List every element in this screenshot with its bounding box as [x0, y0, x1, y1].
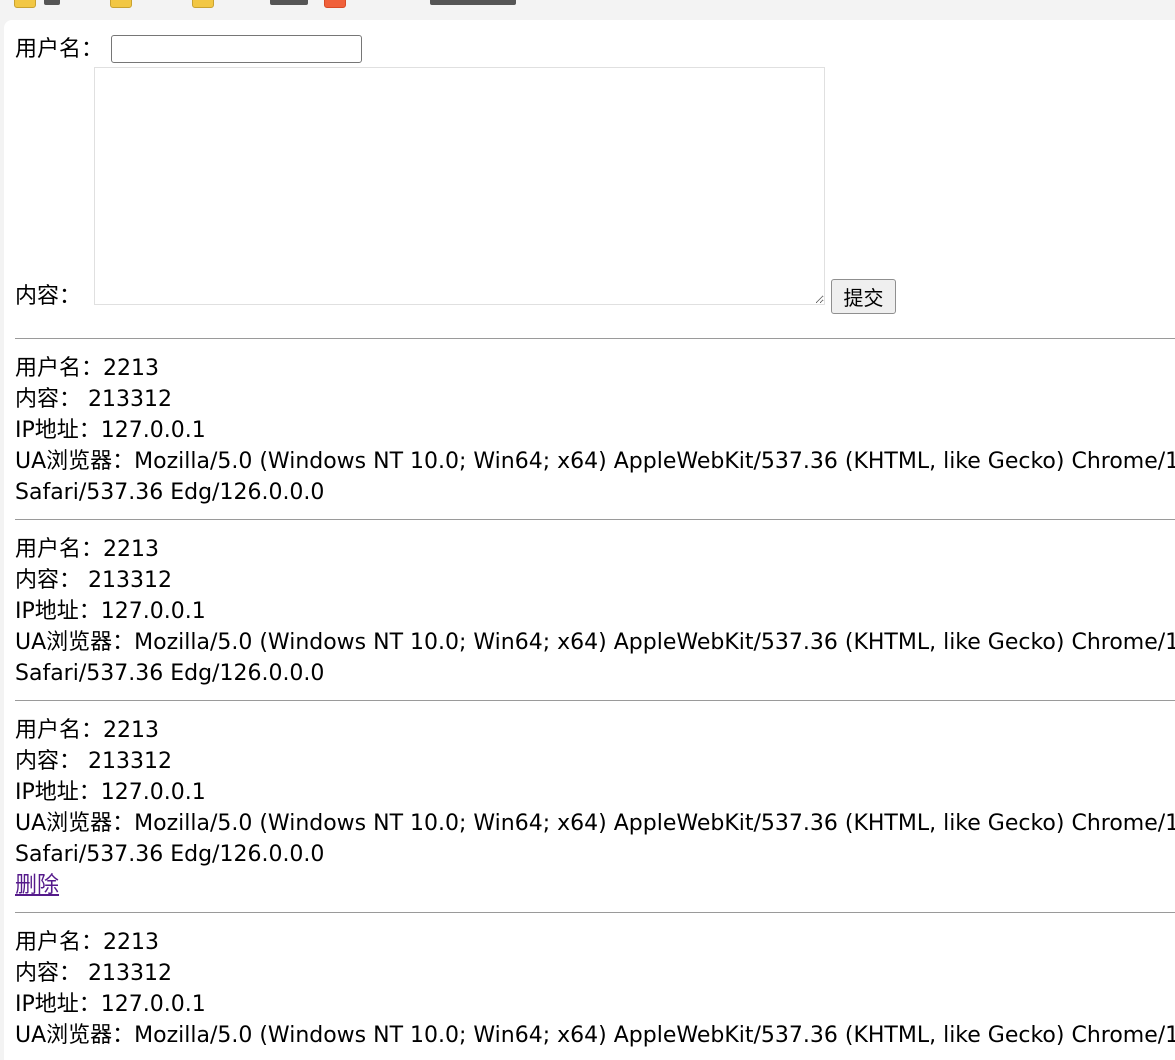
username-label: 用户名：: [15, 37, 104, 62]
page-content: 用户名： 内容： 提交 用户名：2213 内容： 213312 IP地址：127…: [4, 20, 1175, 1060]
entry-content: 内容： 213312: [15, 749, 172, 774]
divider: [15, 700, 1175, 701]
entry-ip: IP地址：127.0.0.1: [15, 780, 206, 805]
entry-user-agent: UA浏览器：Mozilla/5.0 (Windows NT 10.0; Win6…: [15, 630, 1175, 655]
entry-username: 用户名：2213: [15, 718, 159, 743]
bookmark-site-icon[interactable]: [324, 0, 346, 8]
entry-user-agent-cont: Safari/537.36 Edg/126.0.0.0: [15, 480, 325, 505]
entry-username: 用户名：2213: [15, 537, 159, 562]
entry-ip: IP地址：127.0.0.1: [15, 992, 206, 1017]
divider: [15, 912, 1175, 913]
entry-username: 用户名：2213: [15, 356, 159, 381]
message-entry: 用户名：2213 内容： 213312 IP地址：127.0.0.1 UA浏览器…: [15, 715, 1175, 901]
bookmark-folder-icon[interactable]: [14, 0, 36, 8]
bookmark-folder-icon[interactable]: [110, 0, 132, 8]
entry-user-agent-cont: Safari/537.36 Edg/126.0.0.0: [15, 842, 325, 867]
bookmarks-bar: [0, 0, 1175, 20]
entry-user-agent: UA浏览器：Mozilla/5.0 (Windows NT 10.0; Win6…: [15, 1023, 1175, 1048]
entry-ip: IP地址：127.0.0.1: [15, 599, 206, 624]
entry-user-agent: UA浏览器：Mozilla/5.0 (Windows NT 10.0; Win6…: [15, 811, 1175, 836]
divider: [15, 338, 1175, 339]
bookmark-label[interactable]: [270, 0, 308, 5]
entry-user-agent: UA浏览器：Mozilla/5.0 (Windows NT 10.0; Win6…: [15, 449, 1175, 474]
username-input[interactable]: [111, 35, 362, 63]
divider: [15, 519, 1175, 520]
message-entry: 用户名：2213 内容： 213312 IP地址：127.0.0.1 UA浏览器…: [15, 353, 1175, 508]
entry-username: 用户名：2213: [15, 930, 159, 955]
delete-link[interactable]: 删除: [15, 873, 59, 898]
message-entry: 用户名：2213 内容： 213312 IP地址：127.0.0.1 UA浏览器…: [15, 927, 1175, 1051]
entry-user-agent-cont: Safari/537.36 Edg/126.0.0.0: [15, 661, 325, 686]
bookmark-folder-icon[interactable]: [192, 0, 214, 8]
bookmark-label[interactable]: [430, 0, 516, 5]
content-label: 内容：: [15, 284, 82, 309]
content-textarea[interactable]: [94, 67, 825, 305]
bookmark-label[interactable]: [44, 0, 60, 5]
entry-content: 内容： 213312: [15, 568, 172, 593]
entry-content: 内容： 213312: [15, 387, 172, 412]
submit-button[interactable]: 提交: [831, 279, 896, 314]
entry-content: 内容： 213312: [15, 961, 172, 986]
entry-ip: IP地址：127.0.0.1: [15, 418, 206, 443]
message-entry: 用户名：2213 内容： 213312 IP地址：127.0.0.1 UA浏览器…: [15, 534, 1175, 689]
